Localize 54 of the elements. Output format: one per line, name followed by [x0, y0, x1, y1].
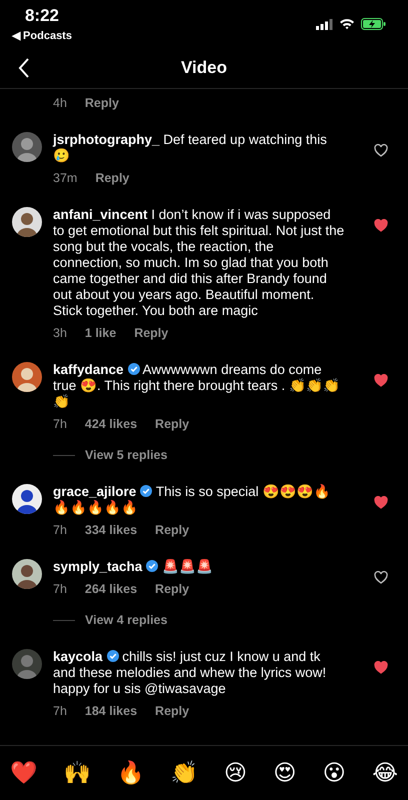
- comment-text: symply_tacha 🚨🚨🚨: [53, 559, 214, 575]
- emoji-reaction-button[interactable]: 👏: [170, 760, 198, 786]
- comment-text: kaffydance Awwwwwwn dreams do come true 😍. This right there brought tears . 👏👏👏👏: [53, 362, 341, 410]
- view-replies-link[interactable]: View 5 replies: [85, 448, 168, 462]
- username-link[interactable]: grace_ajilore: [53, 484, 136, 499]
- reply-link[interactable]: Reply: [155, 417, 190, 431]
- view-replies-link[interactable]: View 4 replies: [85, 613, 168, 627]
- emoji-reaction-button[interactable]: ❤: [10, 760, 37, 786]
- like-count[interactable]: 424 likes: [84, 417, 138, 431]
- comment-text: grace_ajilore This is so special 😍😍😍🔥🔥🔥🔥🔥🔥: [53, 484, 332, 516]
- username-link[interactable]: anfani_vincent: [53, 207, 148, 222]
- comment-time: 7h: [53, 417, 67, 431]
- back-to-app-link[interactable]: ◀ Podcasts: [12, 29, 72, 42]
- like-count[interactable]: 184 likes: [84, 704, 138, 718]
- comment-text: kaycola chills sis! just cuz I know u and tk and these melodies and whew the lyrics wow! happy for u sis @tiwasavage: [53, 649, 328, 697]
- emoji-reaction-button[interactable]: 🔥: [116, 760, 144, 786]
- username-link[interactable]: kaffydance: [53, 362, 124, 377]
- comment-text: jsrphotography_ Def teared up watching this 🥲: [53, 132, 328, 164]
- reply-link[interactable]: Reply: [134, 326, 168, 340]
- like-count[interactable]: 264 likes: [84, 582, 138, 596]
- emoji-reaction-button[interactable]: 😍: [273, 760, 296, 786]
- emoji-reaction-button[interactable]: 🙌: [63, 760, 90, 786]
- reply-link[interactable]: Reply: [95, 171, 130, 185]
- reply-link[interactable]: Reply: [84, 96, 119, 110]
- heart-icon[interactable]: [374, 661, 388, 674]
- emoji-reaction-button[interactable]: 😂: [372, 760, 398, 786]
- username-link[interactable]: symply_tacha: [53, 559, 142, 574]
- like-count[interactable]: 334 likes: [84, 523, 138, 537]
- emoji-reaction-button[interactable]: 😢: [224, 760, 247, 786]
- heart-icon[interactable]: [374, 144, 388, 157]
- like-count[interactable]: 1 like: [84, 326, 116, 340]
- emoji-reaction-button[interactable]: 😮: [322, 760, 346, 786]
- heart-icon[interactable]: [374, 374, 388, 387]
- heart-icon[interactable]: [374, 496, 388, 509]
- username-link[interactable]: jsrphotography_: [53, 132, 160, 147]
- comment-text: anfani_vincent I don’t know if i was supposed to get emotional but this felt spiritual. Not just the song but the vocals, the reaction, the connection, so much. Im so glad that you both came together and did this after Brandy found out about you years ago. Beautiful moment. Stick together. You both are magic: [53, 207, 345, 319]
- reply-link[interactable]: Reply: [155, 582, 190, 596]
- comment-time: 7h: [53, 582, 67, 596]
- comment-time: 3h: [53, 326, 67, 340]
- comment-time: 37m: [53, 171, 78, 185]
- wifi-icon: [339, 18, 355, 30]
- comment-time: 7h: [53, 523, 67, 537]
- comment-time: 4h: [53, 96, 67, 110]
- heart-icon[interactable]: [374, 571, 388, 584]
- clock-time: 8:22: [24, 6, 59, 26]
- comment-time: 7h: [53, 704, 67, 718]
- page-title: Video: [181, 58, 227, 78]
- reply-link[interactable]: Reply: [155, 523, 190, 537]
- battery-charging-icon: [361, 18, 386, 30]
- reply-link[interactable]: Reply: [155, 704, 190, 718]
- heart-icon[interactable]: [374, 219, 388, 232]
- back-icon[interactable]: [18, 58, 30, 78]
- signal-icon: [316, 18, 333, 30]
- username-link[interactable]: kaycola: [53, 649, 103, 664]
